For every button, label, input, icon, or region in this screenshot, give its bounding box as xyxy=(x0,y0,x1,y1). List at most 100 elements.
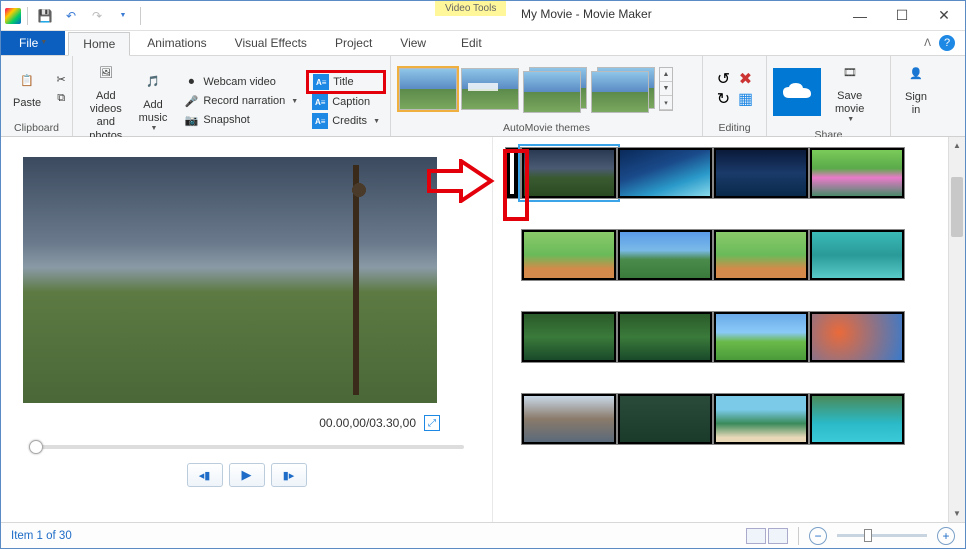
tab-file[interactable]: File ▼ xyxy=(1,31,65,55)
clip-thumb[interactable] xyxy=(713,311,809,363)
onedrive-button[interactable] xyxy=(773,68,821,116)
theme-thumb[interactable] xyxy=(523,67,587,111)
microphone-icon: 🎤 xyxy=(183,93,199,109)
qat-save-icon[interactable]: 💾 xyxy=(34,5,56,27)
view-mode-list[interactable] xyxy=(768,528,788,544)
clip-thumb[interactable] xyxy=(521,147,617,199)
view-mode-thumbnails[interactable] xyxy=(746,528,766,544)
photos-icon: 🖼 xyxy=(92,60,120,88)
clip-thumb[interactable] xyxy=(521,393,617,445)
app-icon xyxy=(5,8,21,24)
scissors-icon: ✂ xyxy=(53,72,69,88)
theme-gallery-scroll[interactable]: ▲▼▾ xyxy=(659,67,673,111)
cut-button[interactable]: ✂ xyxy=(49,71,73,89)
webcam-video-button[interactable]: ⏺Webcam video xyxy=(179,73,302,91)
rotate-left-button[interactable]: ↺ xyxy=(715,70,733,88)
preview-monitor xyxy=(23,157,437,403)
rotate-right-button[interactable]: ↻ xyxy=(715,90,733,108)
zoom-in-button[interactable]: + xyxy=(937,527,955,545)
close-button[interactable]: ✕ xyxy=(923,2,965,30)
status-item-count: Item 1 of 30 xyxy=(11,530,72,542)
clip-thumb[interactable] xyxy=(521,311,617,363)
chevron-down-icon: ▼ xyxy=(40,39,47,46)
play-button[interactable]: ▶ xyxy=(229,463,265,487)
scroll-up-button[interactable]: ▲ xyxy=(949,137,965,154)
qat-redo-icon[interactable]: ↷ xyxy=(86,5,108,27)
theme-thumb[interactable] xyxy=(399,68,457,110)
camera-icon: 📷 xyxy=(183,112,199,128)
seek-thumb[interactable] xyxy=(29,440,43,454)
tab-project[interactable]: Project xyxy=(321,31,386,55)
group-label-themes: AutoMovie themes xyxy=(391,122,702,136)
qat-customize-icon[interactable]: ▼ xyxy=(112,5,134,27)
clip-thumb[interactable] xyxy=(713,229,809,281)
credits-icon: A≡ xyxy=(312,113,328,129)
automovie-themes-gallery[interactable]: ▲▼▾ xyxy=(399,67,673,111)
clip-thumb[interactable] xyxy=(809,393,905,445)
help-icon[interactable]: ? xyxy=(939,35,955,51)
clip-thumb[interactable] xyxy=(809,147,905,199)
copy-button[interactable]: ⧉ xyxy=(49,90,73,108)
rotate-left-icon: ↺ xyxy=(717,69,730,89)
credits-button[interactable]: A≡Credits▼ xyxy=(308,112,384,130)
clip-thumb[interactable] xyxy=(617,147,713,199)
tab-view[interactable]: View xyxy=(386,31,440,55)
add-music-button[interactable]: 🎵 Add music▼ xyxy=(133,67,174,136)
next-frame-button[interactable]: ▮▸ xyxy=(271,463,307,487)
clip-thumb[interactable] xyxy=(809,229,905,281)
scroll-thumb[interactable] xyxy=(951,177,963,237)
clip-thumb[interactable] xyxy=(617,393,713,445)
clip-thumb[interactable] xyxy=(617,311,713,363)
tab-home[interactable]: Home xyxy=(68,32,130,56)
sign-in-button[interactable]: 👤 Sign in xyxy=(896,59,936,119)
clip-thumb[interactable] xyxy=(713,393,809,445)
chevron-down-icon: ▼ xyxy=(291,98,298,105)
prev-frame-button[interactable]: ◂▮ xyxy=(187,463,223,487)
window-title: My Movie - Movie Maker xyxy=(521,7,652,21)
theme-thumb[interactable] xyxy=(461,68,519,110)
ribbon-collapse-icon[interactable]: ᐱ xyxy=(924,38,931,49)
clip-thumb[interactable] xyxy=(521,229,617,281)
title-button[interactable]: A≡Title xyxy=(306,70,386,94)
record-narration-button[interactable]: 🎤Record narration▼ xyxy=(179,92,302,110)
zoom-thumb[interactable] xyxy=(864,529,872,542)
minimize-button[interactable]: — xyxy=(839,2,881,30)
music-note-icon: 🎵 xyxy=(139,69,167,97)
tab-edit[interactable]: Edit xyxy=(447,31,496,55)
snapshot-button[interactable]: 📷Snapshot xyxy=(179,111,302,129)
scroll-down-button[interactable]: ▼ xyxy=(949,505,965,522)
theme-thumb[interactable] xyxy=(591,67,655,111)
webcam-icon: ⏺ xyxy=(183,74,199,90)
select-all-button[interactable]: ▦ xyxy=(737,90,755,108)
annotation-arrow-icon xyxy=(425,159,497,203)
delete-button[interactable]: ✖ xyxy=(737,70,755,88)
storyboard-pane[interactable]: ▲ ▼ xyxy=(493,137,965,522)
title-clip-placeholder[interactable] xyxy=(505,147,521,199)
seek-slider[interactable] xyxy=(29,445,464,449)
caption-icon: A≡ xyxy=(312,94,328,110)
copy-icon: ⧉ xyxy=(53,91,69,107)
group-label-clipboard: Clipboard xyxy=(1,122,72,136)
tab-visual-effects[interactable]: Visual Effects xyxy=(221,31,321,55)
rotate-right-icon: ↻ xyxy=(717,89,730,109)
add-videos-photos-button[interactable]: 🖼 Add videos and photos xyxy=(79,58,133,145)
clip-thumb[interactable] xyxy=(617,229,713,281)
maximize-button[interactable]: ☐ xyxy=(881,2,923,30)
qat-undo-icon[interactable]: ↶ xyxy=(60,5,82,27)
zoom-slider[interactable] xyxy=(837,534,927,537)
paste-button[interactable]: 📋 Paste xyxy=(7,65,47,112)
person-icon: 👤 xyxy=(902,61,930,89)
fullscreen-button[interactable]: ⤢ xyxy=(424,415,440,431)
clip-thumb[interactable] xyxy=(713,147,809,199)
caption-button[interactable]: A≡Caption xyxy=(308,93,384,111)
delete-icon: ✖ xyxy=(739,69,752,89)
zoom-out-button[interactable]: − xyxy=(809,527,827,545)
title-text-icon: A≡ xyxy=(313,74,329,90)
storyboard-vertical-scrollbar[interactable]: ▲ ▼ xyxy=(948,137,965,522)
cloud-icon xyxy=(781,82,813,102)
chevron-down-icon: ▼ xyxy=(373,118,380,125)
tab-animations[interactable]: Animations xyxy=(133,31,220,55)
clip-thumb[interactable] xyxy=(809,311,905,363)
save-movie-button[interactable]: 🎞 Save movie▼ xyxy=(829,58,870,127)
playback-time: 00.00,00/03.30,00 xyxy=(319,416,416,430)
